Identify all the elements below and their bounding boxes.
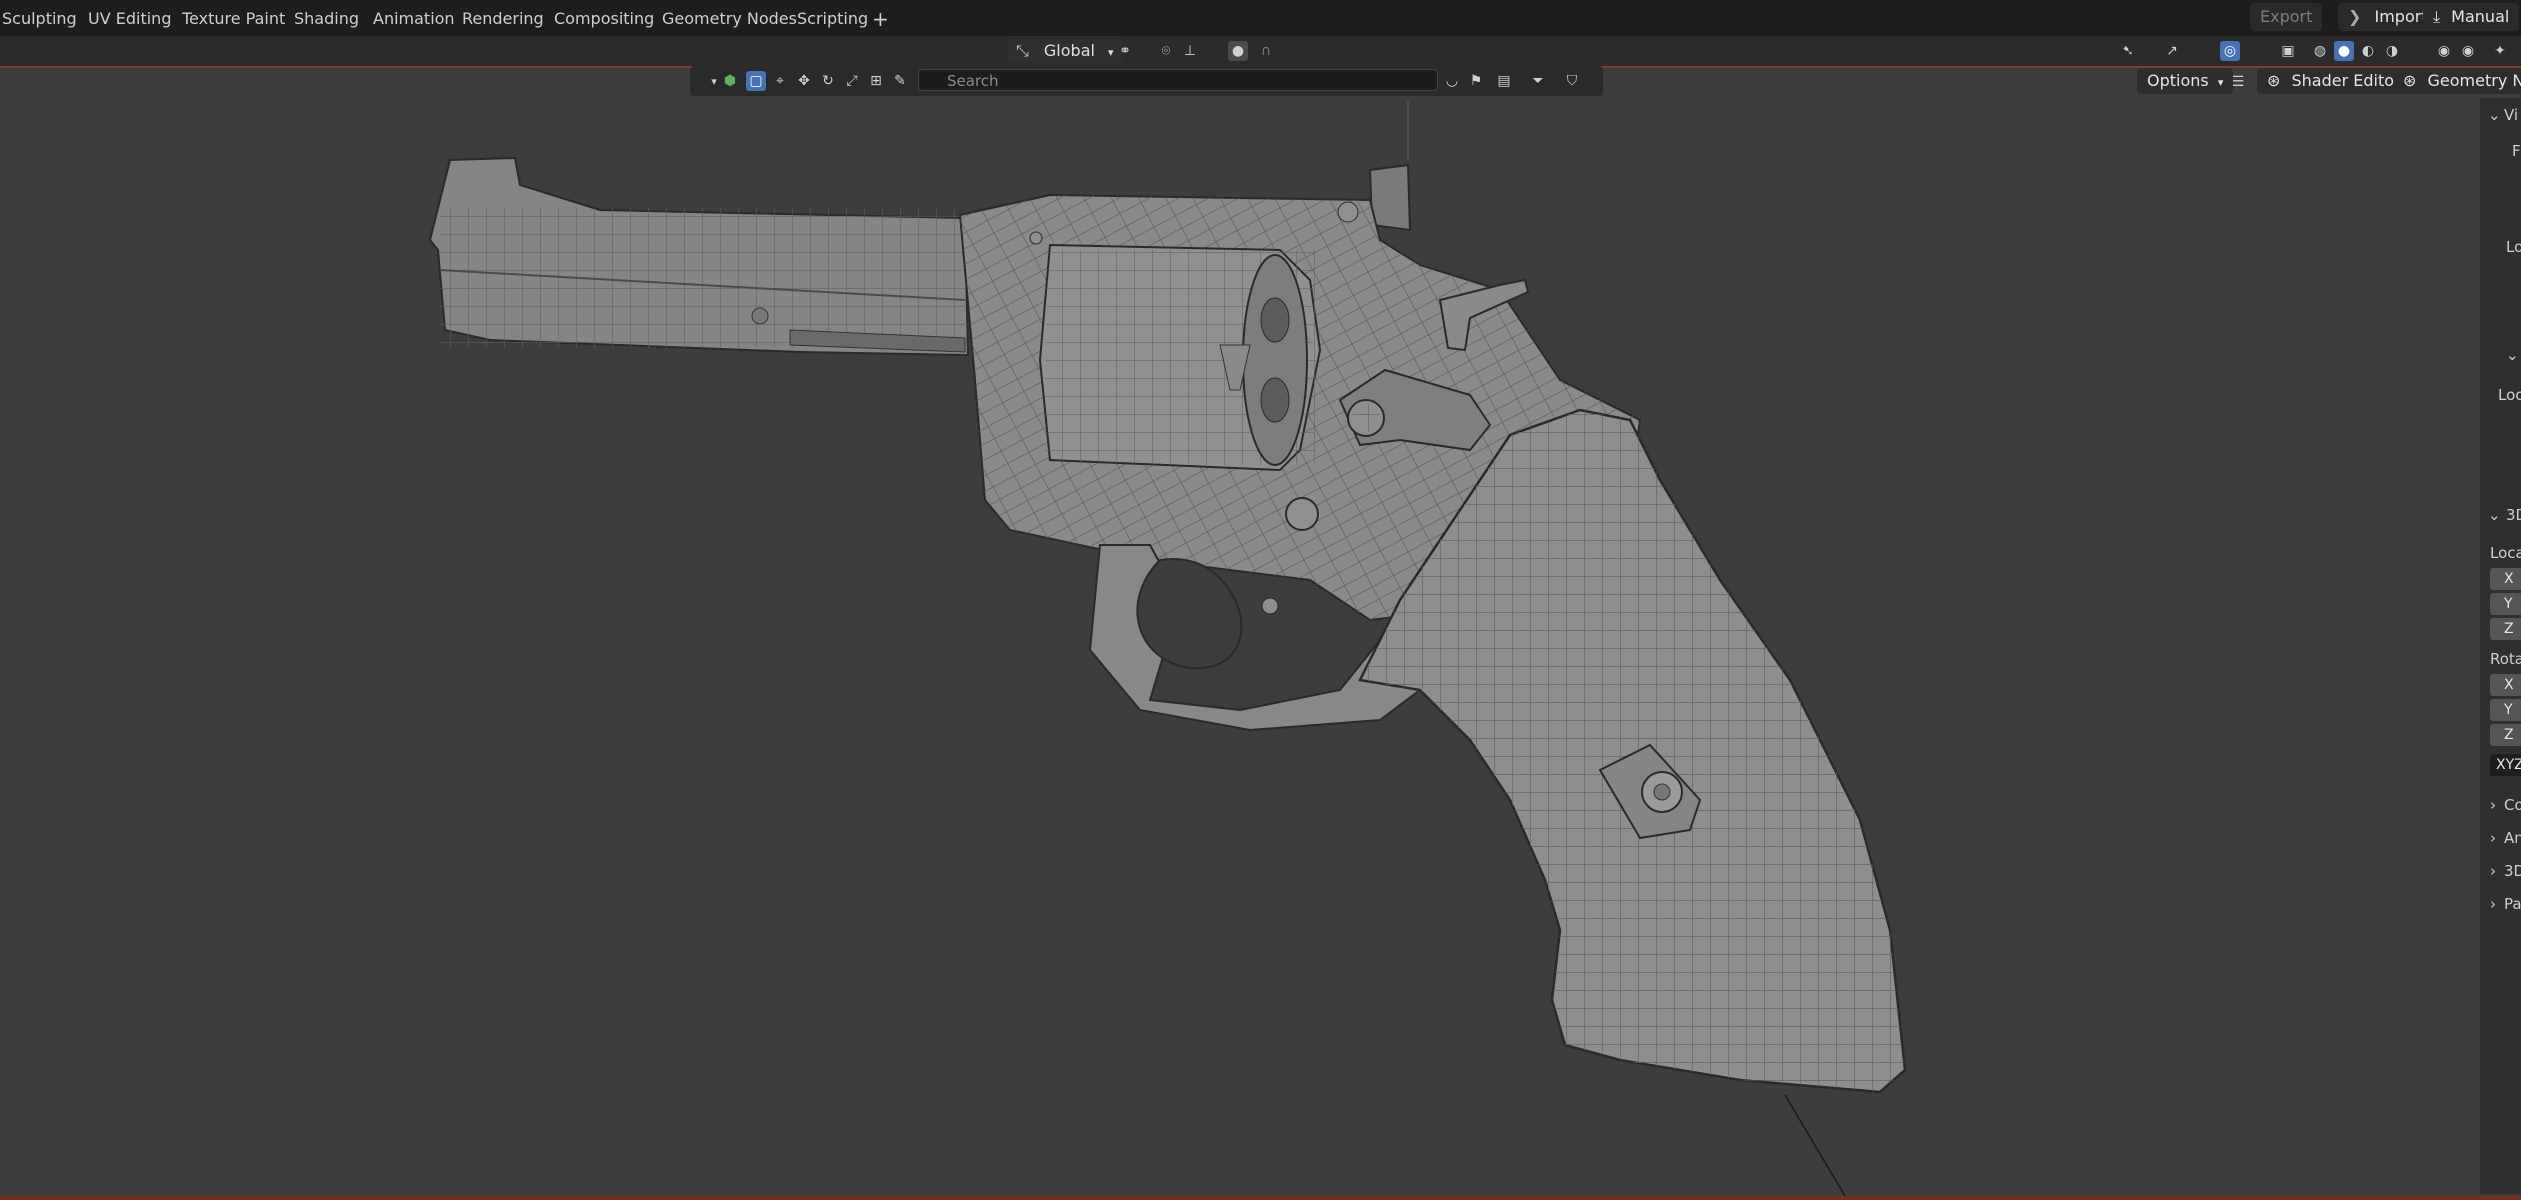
person-icon[interactable]: ✦ [2490,41,2510,61]
display-mode-icon[interactable]: ▤ [1494,71,1514,91]
section-3d-cursor[interactable]: 3D [2506,506,2521,524]
chevron-down-icon[interactable]: ⌄ [2488,506,2501,524]
rotation-z-field[interactable]: Z [2490,724,2521,746]
sidebar-panel: ⌄ Vi F Lo ⌄ Loc ⌄ 3D Loca X Y Z Rota X Y… [2480,98,2521,1194]
falloff-icon[interactable]: ∩ [1256,41,1276,61]
section-collapsed-1[interactable]: Co [2504,796,2521,814]
geometry-nodes-button[interactable]: ⊛ Geometry Nod [2393,68,2521,94]
shader-editor-button[interactable]: ⊛ Shader Editor [2257,68,2411,94]
chevron-down-icon: ▾ [1108,46,1114,59]
section-view-header[interactable]: Vi [2504,106,2518,124]
tab-uv-editing[interactable]: UV Editing [88,0,171,36]
chevron-down-icon: ▾ [2217,76,2224,89]
filter-toggle-icon[interactable]: ◡ [1442,71,1462,91]
label-f: F [2512,142,2521,160]
tab-geometry-nodes[interactable]: Geometry Nodes [662,0,797,36]
shading-solid-icon[interactable]: ● [2334,41,2354,61]
manual-icon: ⤓ [2433,7,2441,26]
location-y-field[interactable]: Y [2490,593,2521,615]
xray-icon[interactable]: ▣ [2278,41,2298,61]
overlay-icon[interactable]: ◎ [2220,41,2240,61]
chevron-down-icon[interactable]: ⌄ [2488,106,2501,124]
rotation-label: Rota [2490,650,2521,668]
toggle-icon[interactable]: ◉ [2434,41,2454,61]
rotation-x-field[interactable]: X [2490,674,2521,696]
shading-material-icon[interactable]: ◐ [2358,41,2378,61]
toggle2-icon[interactable]: ◉ [2458,41,2478,61]
3d-viewport[interactable] [0,98,2480,1197]
gizmo-icon[interactable]: ↗ [2162,41,2182,61]
cursor-icon[interactable]: ⌖ [770,71,790,91]
tab-animation[interactable]: Animation [373,0,455,36]
section-collapsed-2[interactable]: An [2504,829,2521,847]
label-lo: Lo [2506,238,2521,256]
menu-icon[interactable]: ☰ [2228,72,2248,92]
proportional-icon[interactable]: ● [1228,41,1248,61]
chevron-right-icon[interactable]: › [2490,895,2496,913]
tab-texture-paint[interactable]: Texture Paint [182,0,285,36]
shield-icon[interactable]: ⛉ [1562,71,1582,91]
options-button[interactable]: Options ▾ [2137,68,2234,94]
import-icon: ❯ [2348,7,2362,26]
shading-wire-icon[interactable]: ◍ [2310,41,2330,61]
filter-icon[interactable]: ⏷ [1528,71,1548,91]
chevron-right-icon[interactable]: › [2490,796,2496,814]
snap-icon[interactable]: ⌾ [1156,41,1176,61]
select-tool-icon[interactable]: ➷ [2118,41,2138,61]
rotate-icon[interactable]: ↻ [818,71,838,91]
axis-line [1784,1094,1846,1197]
location-label: Loca [2490,544,2521,562]
rotation-mode-dropdown[interactable]: XYZ [2490,754,2521,776]
scale-icon[interactable]: ⤢ [842,71,862,91]
chevron-down-icon[interactable]: ⌄ [2506,346,2519,364]
manual-button[interactable]: ⤓ Manual [2423,3,2520,31]
move-icon[interactable]: ✥ [794,71,814,91]
shading-rendered-icon[interactable]: ◑ [2382,41,2402,61]
add-workspace-button[interactable]: + [872,0,889,36]
tab-compositing[interactable]: Compositing [554,0,654,36]
transform-orientation-dropdown[interactable]: ⤡ Global ▾ [1008,39,1122,63]
section-collapsed-3[interactable]: 3D [2504,862,2521,880]
object-mode-icon[interactable]: ⬢ [720,71,740,91]
tab-shading[interactable]: Shading [294,0,359,36]
search-input[interactable]: Search [918,69,1438,91]
section-collapsed-4[interactable]: Pa [2504,895,2521,913]
export-button[interactable]: Export [2250,3,2323,31]
location-x-field[interactable]: X [2490,568,2521,590]
label-loc: Loc [2498,386,2521,404]
tab-scripting[interactable]: Scripting [797,0,868,36]
bookmark-icon[interactable]: ⚑ [1466,71,1486,91]
location-z-field[interactable]: Z [2490,618,2521,640]
viewport-border [0,1196,2521,1200]
node-icon: ⊛ [2267,71,2281,90]
annotate-icon[interactable]: ✎ [890,71,910,91]
transform-icon: ⤡ [1016,41,1029,60]
snap-target-icon[interactable]: ⊥ [1180,41,1200,61]
node-tree-icon: ⊛ [2403,71,2417,90]
tab-rendering[interactable]: Rendering [462,0,544,36]
tab-sculpting[interactable]: Sculpting [2,0,77,36]
workspace-bar: Sculpting UV Editing Texture Paint Shadi… [0,0,2521,37]
chevron-right-icon[interactable]: › [2490,862,2496,880]
select-box-icon[interactable]: ▢ [746,71,766,91]
outliner-header: ▾ ⬢ ▢ ⌖ ✥ ↻ ⤢ ⊞ ✎ ⌕ Search ◡ ⚑ ▤ ⏷ ⛉ [690,66,1603,96]
revolver-mesh [428,100,1907,1197]
transform-tool-icon[interactable]: ⊞ [866,71,886,91]
rotation-y-field[interactable]: Y [2490,699,2521,721]
viewport-header: ⤡ Global ▾ ⚭ ⌾ ⊥ ● ∩ ➷ ↗ ◎ ▣ ◍ ● ◐ ◑ ◉ ◉… [0,36,2521,68]
chevron-right-icon[interactable]: › [2490,829,2496,847]
pivot-icon[interactable]: ⚭ [1115,41,1135,61]
